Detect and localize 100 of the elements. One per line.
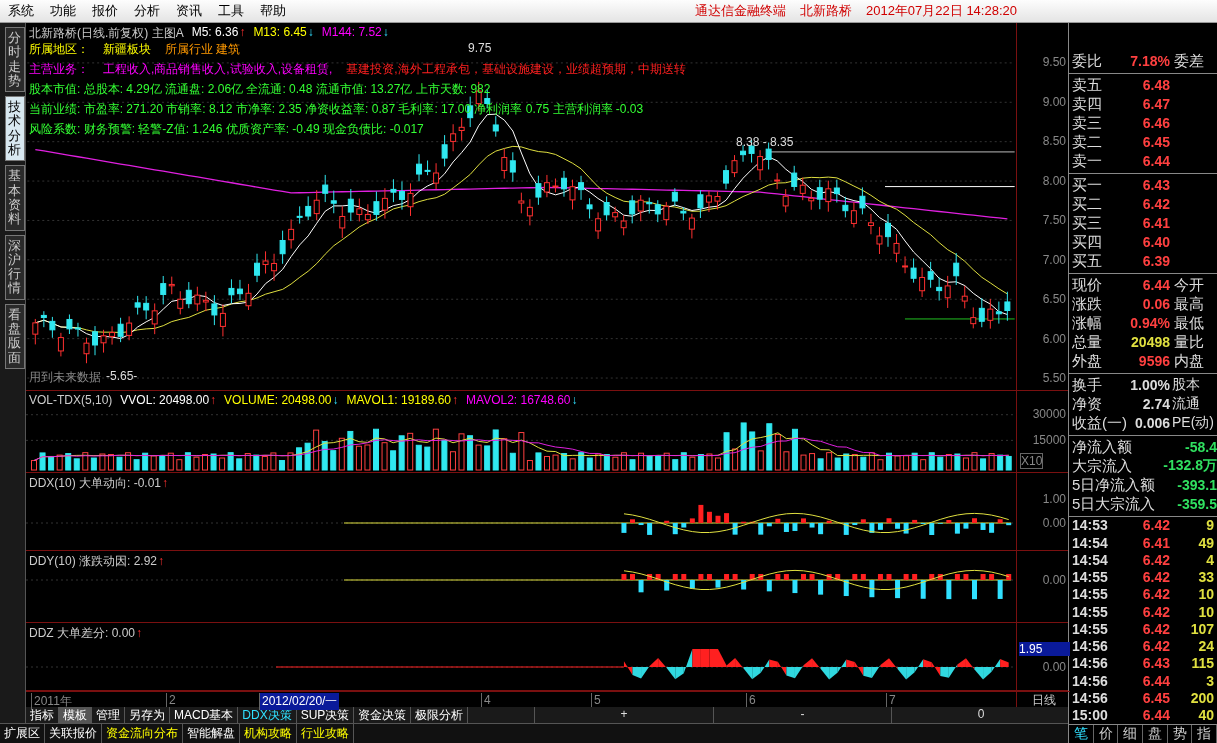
quote-label: 收益(一)	[1072, 413, 1126, 433]
axis-label: 9.00	[1042, 94, 1066, 109]
extension-tab[interactable]: 扩展区	[0, 724, 45, 743]
quote-label: 净资	[1072, 394, 1103, 414]
quote-value: 9596	[1137, 353, 1170, 370]
axis-label: 6.50	[1042, 292, 1066, 306]
tick-price: 6.44	[1141, 672, 1170, 689]
quote-label: 涨跌	[1072, 294, 1103, 314]
quote-tab[interactable]: 笔	[1069, 724, 1094, 743]
menu-item[interactable]: 系统	[0, 2, 42, 20]
order-level-label: 卖三	[1072, 113, 1103, 133]
quote-label: 最高	[1173, 294, 1205, 314]
axis-label: 0.00	[1042, 573, 1066, 587]
order-price: 6.39	[1141, 253, 1170, 270]
side-tab[interactable]: 深沪行情	[5, 234, 25, 300]
chart-title: 北新路桥(日线.前复权) 主图A	[29, 25, 184, 42]
order-level-label: 卖二	[1072, 132, 1103, 152]
extension-tab[interactable]: 机构攻略	[240, 724, 297, 743]
quote-label: 股本	[1171, 376, 1201, 395]
quote-label: 流通	[1171, 395, 1201, 414]
indicator-value: MAVOL1: 19189.60↑	[346, 393, 458, 407]
quote-label: 总量	[1072, 332, 1103, 352]
tick-volume: 40	[1197, 707, 1214, 724]
quote-label: 涨幅	[1072, 313, 1103, 333]
quote-label: 今开	[1173, 275, 1205, 295]
tick-price: 6.44	[1141, 707, 1170, 724]
flow-value: -58.4	[1184, 439, 1217, 456]
info-text: 主营业务：	[29, 61, 89, 78]
extension-tab[interactable]: 资金流向分布	[102, 724, 183, 743]
menu-item[interactable]: 报价	[84, 2, 126, 20]
axis-label: 6.00	[1042, 331, 1066, 346]
indicator-value: M13: 6.45↓	[253, 25, 314, 41]
quote-tab[interactable]: 势	[1167, 724, 1193, 743]
tick-time: 14:55	[1072, 569, 1109, 586]
tick-time: 14:54	[1072, 551, 1109, 568]
tick-volume: 3	[1205, 672, 1214, 689]
indicator-value: MAVOL2: 16748.60↓	[466, 393, 578, 407]
order-price: 6.45	[1141, 134, 1170, 151]
menu-item[interactable]: 资讯	[168, 2, 210, 20]
indicator-name: VOL-TDX(5,10)	[29, 393, 113, 407]
tick-price: 6.43	[1141, 655, 1170, 672]
quote-value: 0.94%	[1129, 315, 1170, 332]
extension-tab[interactable]: 智能解盘	[183, 724, 240, 743]
tick-volume: 10	[1197, 586, 1214, 603]
tick-volume: 24	[1197, 638, 1214, 655]
flow-value: -393.1	[1176, 477, 1217, 494]
quote-tab[interactable]: 价	[1093, 724, 1119, 743]
tick-volume: 107	[1189, 620, 1214, 637]
axis-label: 5.50	[1042, 371, 1066, 385]
tick-price: 6.41	[1141, 534, 1170, 551]
tick-volume: 49	[1197, 534, 1214, 551]
side-tab[interactable]: 看盘版面	[5, 303, 25, 369]
quote-tab[interactable]: 盘	[1143, 724, 1168, 743]
axis-label: 30000	[1032, 407, 1066, 421]
order-price: 6.46	[1141, 115, 1170, 132]
tick-time: 14:56	[1072, 655, 1109, 672]
axis-value-highlight: 1.95	[1019, 642, 1070, 656]
menu-item[interactable]: 帮助	[252, 2, 294, 20]
side-tab[interactable]: 基本资料	[5, 165, 25, 231]
quote-value: 0.006	[1133, 415, 1170, 432]
quote-label: 换手	[1072, 375, 1103, 395]
tick-volume: 115	[1190, 655, 1214, 672]
order-price: 6.47	[1141, 96, 1170, 113]
flow-label: 5日净流入额	[1072, 475, 1157, 495]
side-tab[interactable]: 分时走势	[5, 27, 25, 93]
quote-label: 量比	[1173, 332, 1205, 352]
datetime: 2012年07月22日 14:28:20	[865, 2, 1017, 20]
stock-name: 北新路桥	[799, 2, 852, 20]
side-tab[interactable]: 技术分析	[5, 96, 25, 162]
order-price: 6.48	[1141, 77, 1170, 94]
quote-tab[interactable]: 细	[1118, 724, 1143, 743]
menu-item[interactable]: 工具	[210, 2, 252, 20]
tick-time: 14:55	[1072, 620, 1109, 637]
quote-value: 0.06	[1141, 296, 1170, 313]
indicator-value: M144: 7.52↓	[321, 25, 389, 41]
quote-label: 最低	[1173, 313, 1205, 333]
flow-label: 净流入额	[1072, 437, 1133, 457]
extension-tab[interactable]: 行业攻略	[297, 724, 354, 743]
order-price: 6.43	[1141, 177, 1170, 194]
indicator-value: M5: 6.36↑	[191, 25, 246, 41]
quote-tab[interactable]: 指	[1192, 724, 1217, 743]
date-axis-label: 2012/02/20/一	[259, 693, 340, 710]
quote-value: 2.74	[1141, 396, 1170, 413]
extension-tab[interactable]: 关联报价	[45, 724, 102, 743]
order-level-label: 买三	[1072, 213, 1103, 233]
axis-label: 1.00	[1042, 492, 1066, 506]
axis-label: 8.00	[1042, 173, 1066, 188]
order-level-label: 买五	[1072, 251, 1103, 271]
axis-label: 7.00	[1042, 252, 1066, 267]
quote-label: 外盘	[1072, 351, 1103, 371]
indicator-value: DDY(10) 涨跌动因: 2.92↑	[29, 553, 165, 570]
tick-volume: 9	[1205, 517, 1214, 534]
order-price: 6.41	[1141, 215, 1170, 232]
menu-item[interactable]: 分析	[126, 2, 168, 20]
tick-price: 6.42	[1141, 638, 1170, 655]
tick-volume: 33	[1197, 569, 1214, 586]
tick-time: 14:56	[1072, 638, 1109, 655]
period-label[interactable]: 日线	[1031, 692, 1056, 709]
menu-item[interactable]: 功能	[42, 2, 84, 20]
tick-price: 6.42	[1141, 603, 1170, 620]
